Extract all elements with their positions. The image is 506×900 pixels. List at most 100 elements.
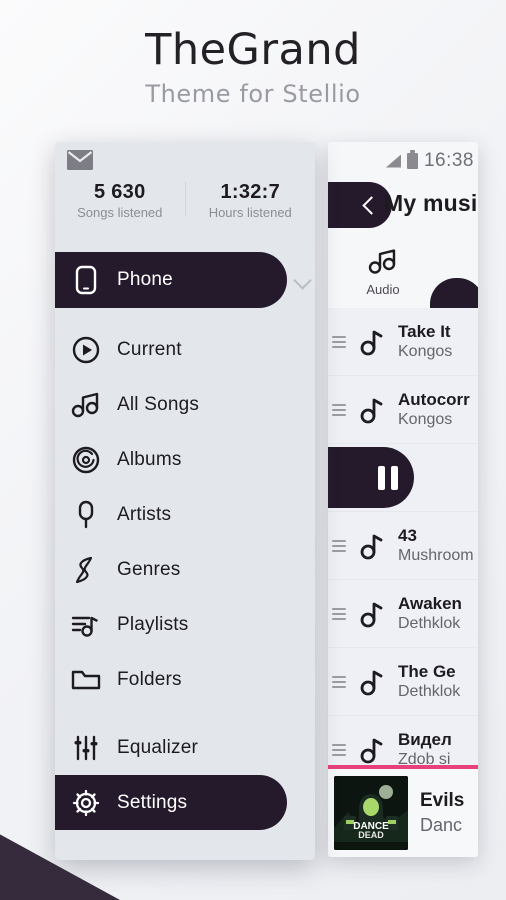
song-artist: Dethklok bbox=[398, 683, 460, 700]
svg-text:DEAD: DEAD bbox=[358, 830, 384, 840]
song-info: The Ge Dethklok bbox=[396, 662, 478, 702]
playlist-icon bbox=[55, 611, 117, 639]
pause-button[interactable] bbox=[328, 447, 414, 508]
signal-icon bbox=[386, 155, 401, 168]
page-subtitle: Theme for Stellio bbox=[0, 74, 506, 108]
sidebar-item-label: Playlists bbox=[117, 614, 188, 636]
drag-handle-icon[interactable] bbox=[332, 744, 350, 756]
player-tabs: Audio bbox=[328, 234, 478, 308]
song-artist: Kongos bbox=[398, 411, 452, 428]
song-info: Awaken Dethklok bbox=[396, 594, 478, 634]
chevron-down-icon[interactable] bbox=[293, 271, 311, 289]
pause-icon bbox=[378, 466, 398, 490]
vinyl-record-icon bbox=[55, 446, 117, 474]
music-note-icon bbox=[350, 668, 396, 696]
music-note-double-icon bbox=[368, 248, 398, 279]
sidebar-item-artists[interactable]: Artists bbox=[55, 487, 315, 542]
sidebar-item-phone[interactable]: Phone bbox=[55, 252, 287, 308]
equalizer-icon bbox=[55, 735, 117, 761]
stat-songs-listened: 5 630 Songs listened bbox=[55, 180, 185, 222]
sidebar-item-label: All Songs bbox=[117, 394, 199, 416]
page-title: TheGrand bbox=[0, 0, 506, 74]
stat-caption: Hours listened bbox=[186, 204, 316, 222]
mail-icon[interactable] bbox=[67, 150, 93, 175]
status-bar: 16:38 bbox=[328, 142, 478, 180]
album-art[interactable]: DANCE DEAD bbox=[334, 776, 408, 850]
sidebar-item-all-songs[interactable]: All Songs bbox=[55, 377, 315, 432]
now-playing-title: Evils bbox=[420, 789, 464, 813]
song-title: 43 bbox=[398, 526, 417, 545]
song-title: The Ge bbox=[398, 662, 456, 681]
gear-icon bbox=[55, 789, 117, 817]
phone-icon bbox=[55, 265, 117, 295]
song-info: Видел Zdob si bbox=[396, 730, 478, 770]
drawer-nav: Phone Current bbox=[55, 252, 315, 707]
song-row[interactable]: 43 Mushroom bbox=[328, 512, 478, 580]
genre-ribbon-icon bbox=[55, 555, 117, 585]
drag-handle-icon[interactable] bbox=[332, 336, 350, 348]
listening-stats: 5 630 Songs listened 1:32:7 Hours listen… bbox=[55, 180, 315, 222]
song-info: 43 Mushroom bbox=[396, 526, 478, 566]
tab-audio-label: Audio bbox=[366, 282, 399, 297]
back-button[interactable] bbox=[328, 182, 392, 228]
drag-handle-icon[interactable] bbox=[332, 608, 350, 620]
player-screen: 16:38 My music Audio bbox=[328, 142, 478, 857]
microphone-icon bbox=[55, 500, 117, 530]
song-title: Видел bbox=[398, 730, 452, 749]
page-header: TheGrand Theme for Stellio bbox=[0, 0, 506, 130]
song-title: Take It bbox=[398, 322, 451, 341]
sidebar-item-label: Genres bbox=[117, 559, 181, 581]
sidebar-item-current[interactable]: Current bbox=[55, 322, 315, 377]
song-row[interactable]: Awaken Dethklok bbox=[328, 580, 478, 648]
song-list[interactable]: Take It Kongos Autocorr Kongos bbox=[328, 308, 478, 784]
sidebar-item-albums[interactable]: Albums bbox=[55, 432, 315, 487]
song-info: Autocorr Kongos bbox=[396, 390, 478, 430]
now-playing-info: Evils Danc bbox=[408, 789, 464, 837]
navigation-drawer: 5 630 Songs listened 1:32:7 Hours listen… bbox=[55, 142, 315, 860]
sidebar-item-settings[interactable]: Settings bbox=[55, 775, 287, 830]
play-circle-icon bbox=[55, 336, 117, 364]
sidebar-item-folders[interactable]: Folders bbox=[55, 652, 315, 707]
sidebar-item-genres[interactable]: Genres bbox=[55, 542, 315, 597]
song-title: Autocorr bbox=[398, 390, 470, 409]
song-row[interactable]: The Ge Dethklok bbox=[328, 648, 478, 716]
song-artist: Mushroom bbox=[398, 547, 474, 564]
status-time: 16:38 bbox=[424, 150, 478, 172]
player-title: My music bbox=[384, 190, 478, 217]
sidebar-item-label: Current bbox=[117, 339, 182, 361]
stat-value: 5 630 bbox=[55, 180, 185, 204]
folder-icon bbox=[55, 668, 117, 692]
tab-audio[interactable]: Audio bbox=[328, 246, 438, 297]
song-artist: Kongos bbox=[398, 343, 452, 360]
music-note-icon bbox=[350, 600, 396, 628]
song-row[interactable]: Autocorr Kongos bbox=[328, 376, 478, 444]
drawer-header: 5 630 Songs listened 1:32:7 Hours listen… bbox=[55, 142, 315, 250]
sidebar-item-label: Albums bbox=[117, 449, 182, 471]
sidebar-item-label: Settings bbox=[117, 792, 187, 814]
music-note-icon bbox=[350, 736, 396, 764]
drawer-nav-bottom: Equalizer Settings bbox=[55, 720, 315, 830]
now-playing-bar[interactable]: DANCE DEAD Evils Danc bbox=[328, 765, 478, 857]
chevron-left-icon bbox=[362, 196, 380, 214]
stat-hours-listened: 1:32:7 Hours listened bbox=[186, 180, 316, 222]
stat-caption: Songs listened bbox=[55, 204, 185, 222]
now-playing-artist: Danc bbox=[420, 813, 464, 837]
music-note-double-icon bbox=[55, 391, 117, 419]
drag-handle-icon[interactable] bbox=[332, 540, 350, 552]
sidebar-item-playlists[interactable]: Playlists bbox=[55, 597, 315, 652]
sidebar-item-label: Equalizer bbox=[117, 737, 198, 759]
drag-handle-icon[interactable] bbox=[332, 404, 350, 416]
sidebar-item-label: Phone bbox=[117, 269, 173, 291]
music-note-icon bbox=[350, 396, 396, 424]
song-info: Take It Kongos bbox=[396, 322, 478, 362]
song-row[interactable]: Take It Kongos bbox=[328, 308, 478, 376]
sidebar-item-equalizer[interactable]: Equalizer bbox=[55, 720, 315, 775]
song-title: Awaken bbox=[398, 594, 462, 613]
song-row-playing[interactable]: Evils Dance bbox=[328, 444, 478, 512]
stat-value: 1:32:7 bbox=[186, 180, 316, 204]
music-note-icon bbox=[350, 532, 396, 560]
music-note-icon bbox=[350, 328, 396, 356]
drag-handle-icon[interactable] bbox=[332, 676, 350, 688]
sidebar-item-label: Artists bbox=[117, 504, 171, 526]
battery-icon bbox=[407, 153, 418, 169]
